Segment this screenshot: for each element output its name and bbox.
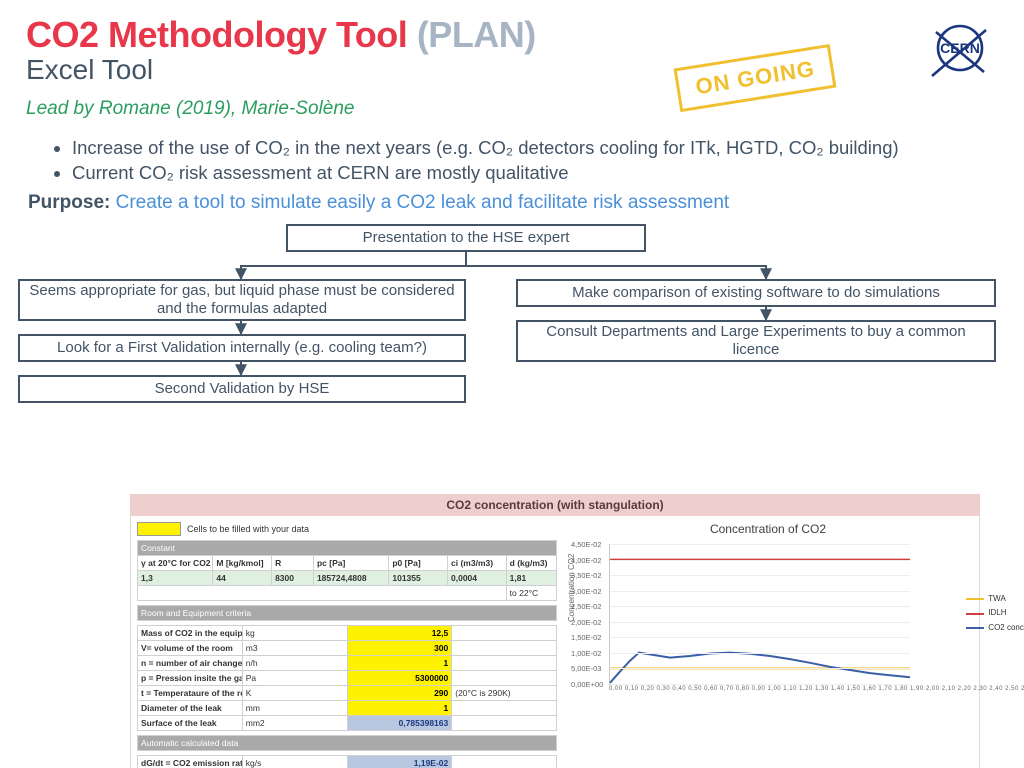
page-subtitle: Excel Tool <box>26 54 998 86</box>
bullet-list: Increase of the use of CO₂ in the next y… <box>32 136 998 186</box>
excel-section-room: Room and Equipment criteria <box>138 606 557 621</box>
excel-fill-legend: Cells to be filled with your data <box>137 522 309 536</box>
excel-room-table: Room and Equipment criteria <box>137 605 557 621</box>
chart-legend: TWA IDLH CO2 concentration <box>966 592 1024 635</box>
flow-box-second-validation: Second Validation by HSE <box>18 375 466 403</box>
title-main: CO2 Methodology Tool <box>26 14 407 55</box>
flow-box-consult-departments: Consult Departments and Large Experiment… <box>516 320 996 362</box>
lead-credit: Lead by Romane (2019), Marie-Solène <box>26 98 998 120</box>
bullet-item: Increase of the use of CO₂ in the next y… <box>72 136 998 161</box>
excel-auto-rows: dG/dt = CO2 emission ratekg/s1,19E-02q =… <box>137 755 557 768</box>
purpose-label: Purpose: <box>28 192 110 213</box>
bullet-item: Current CO₂ risk assessment at CERN are … <box>72 161 998 186</box>
flow-box-first-validation: Look for a First Validation internally (… <box>18 334 466 362</box>
flow-diagram: Presentation to the HSE expert Seems app… <box>26 224 998 424</box>
concentration-chart: Concentration of CO2 Concentration CO2 0… <box>567 522 969 712</box>
slide: CERN ON GOING CO2 Methodology Tool (PLAN… <box>0 0 1024 768</box>
chart-title: Concentration of CO2 <box>567 522 969 536</box>
flow-box-top: Presentation to the HSE expert <box>286 224 646 252</box>
cern-logo: CERN <box>922 18 990 91</box>
excel-fill-legend-text: Cells to be filled with your data <box>187 524 309 534</box>
flow-box-compare-software: Make comparison of existing software to … <box>516 279 996 307</box>
chart-xticks: 0,00 0,10 0,20 0,30 0,40 0,50 0,60 0,70 … <box>609 686 1024 692</box>
excel-constants-table: Constant γ at 20°C for CO2 M [kg/kmol] R… <box>137 540 557 601</box>
excel-screenshot: CO2 concentration (with stangulation) Ce… <box>130 494 980 768</box>
flow-box-gas-liquid: Seems appropriate for gas, but liquid ph… <box>18 279 466 321</box>
excel-room-rows: Mass of CO2 in the equipmentkg12,5V= vol… <box>137 625 557 731</box>
excel-section-constants: Constant <box>138 541 557 556</box>
excel-banner: CO2 concentration (with stangulation) <box>130 494 980 516</box>
excel-auto-table: Automatic calculated data <box>137 735 557 751</box>
title-suffix: (PLAN) <box>417 14 536 55</box>
cern-logo-text: CERN <box>940 40 980 56</box>
excel-section-auto: Automatic calculated data <box>138 736 557 751</box>
page-title: CO2 Methodology Tool (PLAN) <box>26 14 536 56</box>
purpose-text: Create a tool to simulate easily a CO2 l… <box>110 192 729 213</box>
purpose-line: Purpose: Create a tool to simulate easil… <box>28 192 998 214</box>
